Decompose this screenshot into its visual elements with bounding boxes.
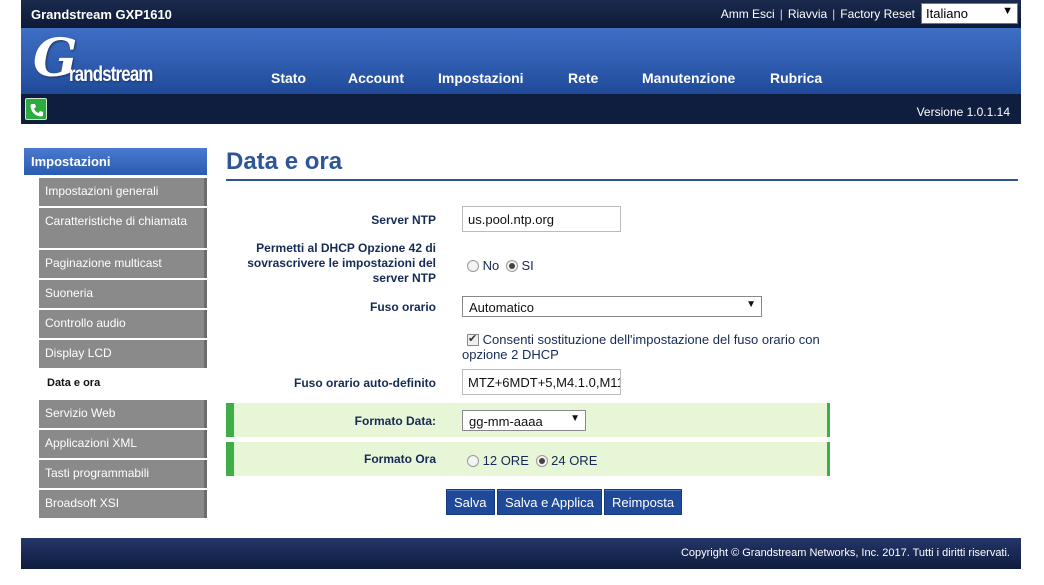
top-bar: Grandstream GXP1610 Amm Esci | Riavvia | Fac…: [21, 0, 1021, 28]
footer: Copyright © Grandstream Networks, Inc. 2…: [21, 538, 1021, 569]
title-divider: [226, 179, 1018, 181]
tz-dhcp-option: Consenti sostituzione dell'impostazione …: [462, 332, 832, 362]
grandstream-logo[interactable]: G randstream: [33, 33, 153, 87]
reboot-link[interactable]: Riavvia: [788, 7, 827, 21]
sub-bar: Versione 1.0.1.14: [21, 94, 1021, 124]
phone-icon[interactable]: [25, 98, 47, 120]
dhcp42-no-label: No: [482, 258, 500, 273]
sidebar-item-tasti-programmabili[interactable]: Tasti programmabili: [39, 460, 207, 490]
top-links: Amm Esci | Riavvia | Factory Reset: [720, 7, 915, 21]
save-button[interactable]: Salva: [446, 489, 495, 515]
sidebar-heading[interactable]: Impostazioni: [24, 148, 207, 175]
nav-account[interactable]: Account: [348, 70, 404, 86]
save-apply-button[interactable]: Salva e Applica: [497, 489, 602, 515]
custom-timezone-label: Fuso orario auto-definito: [294, 376, 436, 390]
sidebar-item-suoneria[interactable]: Suoneria: [39, 280, 207, 310]
nav-rete[interactable]: Rete: [568, 70, 598, 86]
language-value: Italiano: [926, 6, 968, 21]
time-format-label: Formato Ora: [363, 452, 436, 466]
page-title: Data e ora: [226, 148, 343, 175]
date-format-label: Formato Data:: [354, 414, 436, 428]
date-format-value: gg-mm-aaaa: [469, 414, 543, 429]
timezone-label: Fuso orario: [369, 300, 436, 314]
firmware-version: Versione 1.0.1.14: [916, 105, 1010, 119]
ntp-server-input[interactable]: us.pool.ntp.org: [462, 206, 621, 232]
dhcp42-no-radio[interactable]: [467, 260, 479, 272]
sidebar-item-impostazioni-generali[interactable]: Impostazioni generali: [39, 178, 207, 208]
chevron-down-icon: ▼: [570, 413, 580, 424]
nav-manutenzione[interactable]: Manutenzione: [642, 70, 735, 86]
date-format-select[interactable]: gg-mm-aaaa ▼: [462, 410, 586, 431]
dhcp42-label: Permetti al DHCP Opzione 42 di sovrascri…: [247, 241, 436, 285]
sidebar-item-paginazione-multicast[interactable]: Paginazione multicast: [39, 250, 207, 280]
sidebar-item-caratteristiche-chiamata[interactable]: Caratteristiche di chiamata: [39, 208, 207, 250]
time-12h-radio[interactable]: [467, 455, 479, 467]
sidebar-item-data-e-ora[interactable]: Data e ora: [39, 370, 207, 400]
model-name: Grandstream GXP1610: [31, 7, 172, 22]
custom-timezone-input[interactable]: MTZ+6MDT+5,M4.1.0,M11.1.0: [462, 369, 621, 395]
timezone-select[interactable]: Automatico ▼: [462, 296, 762, 317]
nav-impostazioni[interactable]: Impostazioni: [438, 70, 524, 86]
language-select[interactable]: Italiano ▼: [921, 3, 1018, 24]
reset-button[interactable]: Reimposta: [604, 489, 683, 515]
sidebar-item-controllo-audio[interactable]: Controllo audio: [39, 310, 207, 340]
factory-reset-link[interactable]: Factory Reset: [840, 7, 915, 21]
logout-link[interactable]: Amm Esci: [721, 7, 775, 21]
time-24h-radio[interactable]: [535, 455, 548, 467]
header: G randstream Stato Account Impostazioni …: [21, 28, 1021, 94]
timezone-value: Automatico: [469, 300, 535, 315]
time-24h-label: 24 ORE: [551, 453, 598, 468]
time-format-radio-group: 12 ORE 24 ORE: [467, 453, 597, 468]
ntp-server-label: Server NTP: [371, 213, 436, 227]
sidebar-item-servizio-web[interactable]: Servizio Web: [39, 400, 207, 430]
tz-dhcp-checkbox[interactable]: [467, 332, 479, 347]
nav-stato[interactable]: Stato: [271, 70, 306, 86]
logo-text: randstream: [69, 63, 153, 86]
copyright-text: Copyright © Grandstream Networks, Inc. 2…: [680, 547, 1010, 559]
sidebar-item-display-lcd[interactable]: Display LCD: [39, 340, 207, 370]
sidebar-item-broadsoft-xsi[interactable]: Broadsoft XSI: [39, 490, 207, 520]
chevron-down-icon: ▼: [1002, 5, 1013, 17]
sidebar-item-applicazioni-xml[interactable]: Applicazioni XML: [39, 430, 207, 460]
dhcp42-si-radio[interactable]: [505, 260, 518, 272]
dhcp42-radio-group: No SI: [467, 258, 534, 273]
nav-rubrica[interactable]: Rubrica: [770, 70, 822, 86]
chevron-down-icon: ▼: [746, 299, 756, 310]
tz-dhcp-note: Consenti sostituzione dell'impostazione …: [462, 332, 820, 362]
time-12h-label: 12 ORE: [482, 453, 529, 468]
dhcp42-si-label: SI: [521, 258, 534, 273]
